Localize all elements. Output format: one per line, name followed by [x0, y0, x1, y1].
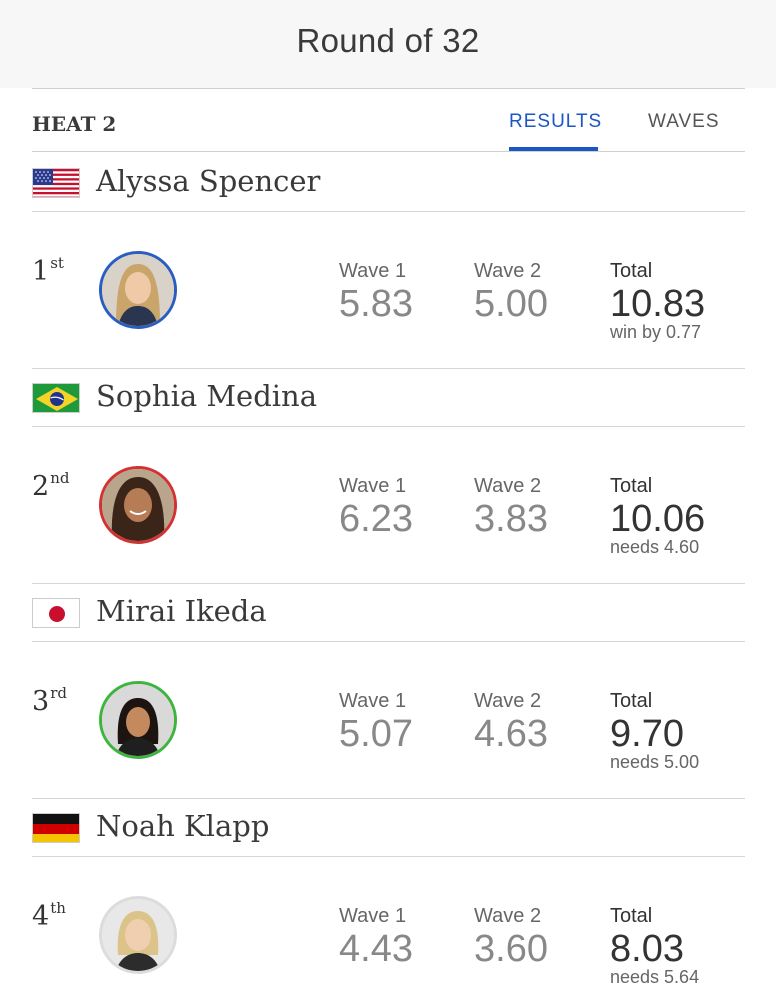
wave1-score: Wave 1 6.23: [339, 475, 413, 540]
athlete-row[interactable]: Noah Klapp 4th Wave 1 4.43 Wave 2 3.60 T…: [0, 797, 776, 1000]
total-score: Total 10.06 needs 4.60: [610, 475, 706, 557]
tab-results[interactable]: RESULTS: [509, 111, 602, 133]
athlete-row[interactable]: Sophia Medina 2nd Wave 1 6.23 Wave 2 3.8…: [0, 367, 776, 584]
divider: [32, 856, 745, 857]
rank: 2nd: [32, 469, 70, 502]
athlete-row[interactable]: Mirai Ikeda 3rd Wave 1 5.07 Wave 2 4.63 …: [0, 582, 776, 799]
total-score: Total 9.70 needs 5.00: [610, 690, 700, 772]
heat-bar: HEAT 2 RESULTS WAVES: [0, 89, 776, 152]
score-note: needs 5.00: [610, 752, 700, 772]
wave2-score: Wave 2 4.63: [474, 690, 548, 755]
athlete-name-row: Alyssa Spencer: [0, 152, 776, 212]
rank: 3rd: [32, 684, 67, 717]
score-note: needs 4.60: [610, 537, 700, 557]
avatar[interactable]: [99, 681, 177, 759]
wave1-score: Wave 1 4.43: [339, 905, 413, 970]
divider: [32, 426, 745, 427]
wave1-score: Wave 1 5.07: [339, 690, 413, 755]
japan-flag-icon: [32, 598, 80, 628]
rank: 1st: [32, 254, 64, 287]
total-score: Total 10.83 win by 0.77: [610, 260, 706, 342]
rank: 4th: [32, 899, 66, 932]
total-score: Total 8.03 needs 5.64: [610, 905, 700, 987]
avatar[interactable]: [99, 251, 177, 329]
wave1-score: Wave 1 5.83: [339, 260, 413, 325]
athlete-row[interactable]: Alyssa Spencer 1st Wave 1 5.83 Wave 2 5.…: [0, 152, 776, 369]
wave2-score: Wave 2 3.83: [474, 475, 548, 540]
germany-flag-icon: [32, 813, 80, 843]
wave2-score: Wave 2 3.60: [474, 905, 548, 970]
divider: [32, 641, 745, 642]
tab-waves[interactable]: WAVES: [648, 111, 720, 133]
brazil-flag-icon: [32, 383, 80, 413]
athlete-name[interactable]: Sophia Medina: [96, 379, 317, 413]
athlete-name[interactable]: Alyssa Spencer: [96, 164, 320, 198]
page-title: Round of 32: [296, 22, 480, 59]
divider: [32, 211, 745, 212]
heat-label: HEAT 2: [32, 112, 117, 136]
athlete-name-row: Mirai Ikeda: [0, 582, 776, 642]
avatar[interactable]: [99, 466, 177, 544]
wave2-score: Wave 2 5.00: [474, 260, 548, 325]
score-note: needs 5.64: [610, 967, 700, 987]
athlete-name-row: Noah Klapp: [0, 797, 776, 857]
usa-flag-icon: [32, 168, 80, 198]
athlete-name[interactable]: Noah Klapp: [96, 809, 269, 843]
athlete-name-row: Sophia Medina: [0, 367, 776, 427]
athlete-name[interactable]: Mirai Ikeda: [96, 594, 267, 628]
score-note: win by 0.77: [610, 322, 702, 342]
avatar[interactable]: [99, 896, 177, 974]
top-bar: Round of 32: [0, 0, 776, 88]
